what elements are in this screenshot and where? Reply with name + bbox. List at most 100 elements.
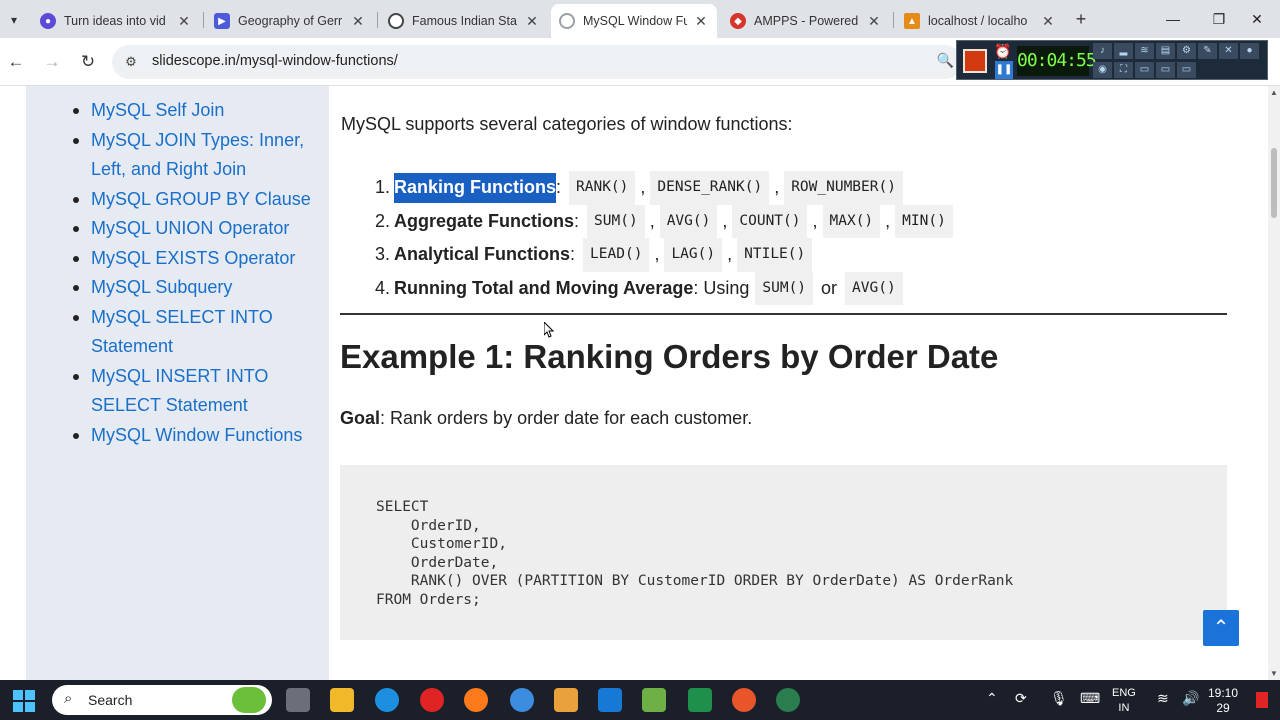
- volume-icon[interactable]: 🔊: [1182, 690, 1199, 707]
- search-label: Search: [88, 692, 133, 708]
- zoom-icon[interactable]: 🔍: [937, 52, 954, 69]
- language-indicator[interactable]: ENG IN: [1112, 686, 1136, 716]
- sql-code[interactable]: SELECT OrderID, CustomerID, OrderDate, R…: [376, 498, 1013, 610]
- example-heading: Example 1: Ranking Orders by Order Date: [340, 338, 999, 375]
- recorder-controls: ♪ ▂ ≋ ▤ ⚙ ✎ ✕ ● ◉ ⛶ ▭ ▭ ▭: [1093, 43, 1265, 79]
- code-chip: MAX(): [822, 204, 881, 238]
- goal-text: : Rank orders by order date for each cus…: [380, 408, 753, 428]
- close-icon[interactable]: ✕: [176, 13, 192, 30]
- chrome-icon[interactable]: [510, 688, 534, 712]
- notepad-icon[interactable]: [598, 688, 622, 712]
- category-name: Running Total and Moving Average: [394, 277, 694, 298]
- microphone-icon[interactable]: ●: [1240, 43, 1259, 59]
- close-icon[interactable]: ✕: [1040, 13, 1056, 30]
- list-number: 4.: [375, 277, 391, 298]
- scrollbar-thumb[interactable]: [1271, 148, 1277, 218]
- windows-start-icon[interactable]: [13, 690, 35, 712]
- code-chip: LEAD(): [583, 238, 650, 272]
- search-highlight-icon: [232, 687, 266, 713]
- tab-1[interactable]: ▶ Geography of Gerr ✕: [206, 4, 374, 38]
- scroll-up-icon[interactable]: ▲: [1270, 88, 1278, 97]
- windows-taskbar: ⌕ Search ⌃ ⟳ 🎙 ⌨ ENG IN ≋ 🔊 19:10 29: [0, 680, 1280, 720]
- opera-icon[interactable]: [420, 688, 444, 712]
- tab-divider: [893, 12, 894, 28]
- tab-favicon: ◆: [730, 13, 746, 29]
- close-icon[interactable]: ✕: [1219, 43, 1238, 59]
- monitor-icon[interactable]: ▭: [1156, 62, 1175, 78]
- close-icon[interactable]: ✕: [866, 13, 882, 30]
- code-chip: SUM(): [755, 271, 814, 305]
- code-chip: AVG(): [659, 204, 718, 238]
- intro-paragraph: MySQL supports several categories of win…: [341, 114, 793, 134]
- fullscreen-icon[interactable]: ⛶: [1114, 62, 1133, 78]
- site-info-icon[interactable]: ⚙: [122, 53, 140, 71]
- notification-icon[interactable]: [1256, 692, 1268, 708]
- page-scrollbar[interactable]: ▲ ▼: [1268, 86, 1280, 680]
- close-icon[interactable]: ✕: [350, 13, 366, 30]
- region-code: IN: [1118, 702, 1130, 714]
- close-icon[interactable]: ✕: [524, 13, 540, 30]
- back-icon[interactable]: ←: [4, 50, 28, 74]
- list-number: 3.: [375, 244, 391, 264]
- task-view-icon[interactable]: [286, 688, 310, 712]
- editor-icon[interactable]: [642, 688, 666, 712]
- firefox-icon[interactable]: [464, 688, 488, 712]
- keyboard-icon[interactable]: ⌨: [1080, 690, 1100, 707]
- sidebar-item[interactable]: MySQL Subquery: [73, 273, 326, 303]
- region-icon[interactable]: ▭: [1177, 62, 1196, 78]
- file-explorer-icon[interactable]: [330, 688, 354, 712]
- app-icon[interactable]: [776, 688, 800, 712]
- wifi-icon[interactable]: ≋: [1135, 43, 1154, 59]
- sidebar-item[interactable]: MySQL GROUP BY Clause: [73, 185, 326, 215]
- screen-recorder-widget: ⏰ ❚❚ 00:04:55 ♪ ▂ ≋ ▤ ⚙ ✎ ✕ ● ◉ ⛶ ▭ ▭ ▭: [956, 40, 1268, 80]
- tab-title: MySQL Window Fu: [583, 14, 687, 28]
- pause-button[interactable]: ❚❚: [995, 61, 1013, 79]
- tab-5[interactable]: ▲ localhost / localho ✕: [896, 4, 1064, 38]
- sidebar-item[interactable]: MySQL JOIN Types: Inner, Left, and Right…: [73, 126, 326, 185]
- reload-icon[interactable]: ↻: [76, 50, 100, 74]
- settings-icon[interactable]: ⚙: [1177, 43, 1196, 59]
- close-window-button[interactable]: ✕: [1234, 6, 1280, 32]
- microphone-icon[interactable]: 🎙: [1050, 690, 1068, 707]
- category-separator: :: [556, 177, 562, 197]
- sync-icon[interactable]: ⟳: [1015, 690, 1027, 707]
- pen-icon[interactable]: ✎: [1198, 43, 1217, 59]
- address-bar[interactable]: ⚙ slidescope.in/mysql-window-functions/ …: [112, 45, 962, 79]
- tab-0[interactable]: ● Turn ideas into vid ✕: [32, 4, 200, 38]
- sidebar-item[interactable]: MySQL SELECT INTO Statement: [73, 303, 326, 362]
- tab-2[interactable]: Famous Indian Sta ✕: [380, 4, 548, 38]
- minimize-button[interactable]: —: [1150, 6, 1196, 32]
- close-icon[interactable]: ✕: [693, 13, 709, 30]
- list-number: 1.: [375, 177, 391, 197]
- sidebar-item[interactable]: MySQL Self Join: [73, 96, 326, 126]
- tab-4[interactable]: ◆ AMPPS - Powered ✕: [722, 4, 890, 38]
- category-separator: : Using: [693, 277, 750, 298]
- recorder-app-icon[interactable]: [732, 688, 756, 712]
- sidebar-item[interactable]: MySQL EXISTS Operator: [73, 244, 326, 274]
- new-tab-button[interactable]: +: [1070, 8, 1092, 30]
- tray-overflow-icon[interactable]: ⌃: [986, 690, 998, 707]
- scroll-down-icon[interactable]: ▼: [1270, 669, 1278, 678]
- edge-icon[interactable]: [375, 688, 399, 712]
- clock-date: 29: [1216, 701, 1230, 715]
- webcam-icon[interactable]: ◉: [1093, 62, 1112, 78]
- forward-icon[interactable]: →: [40, 50, 64, 74]
- app-icon[interactable]: [554, 688, 578, 712]
- window-icon[interactable]: ▭: [1135, 62, 1154, 78]
- search-icon: ⌕: [64, 690, 73, 707]
- sidebar-item[interactable]: MySQL UNION Operator: [73, 214, 326, 244]
- tab-3-active[interactable]: MySQL Window Fu ✕: [551, 4, 717, 38]
- url-text[interactable]: slidescope.in/mysql-window-functions/: [152, 53, 398, 69]
- stop-recording-button[interactable]: [963, 49, 987, 73]
- excel-icon[interactable]: [688, 688, 712, 712]
- code-block: SELECT OrderID, CustomerID, OrderDate, R…: [340, 465, 1227, 640]
- sidebar-item[interactable]: MySQL INSERT INTO SELECT Statement: [73, 362, 326, 421]
- wifi-icon[interactable]: ≋: [1157, 690, 1169, 707]
- tab-search-button[interactable]: ▾: [0, 6, 28, 34]
- speaker-icon[interactable]: ♪: [1093, 43, 1112, 59]
- folder-icon[interactable]: ▤: [1156, 43, 1175, 59]
- back-to-top-button[interactable]: ⌃: [1203, 610, 1239, 646]
- sidebar-item[interactable]: MySQL Window Functions: [73, 421, 326, 451]
- system-clock[interactable]: 19:10 29: [1208, 686, 1238, 716]
- taskbar-search[interactable]: ⌕ Search: [52, 685, 272, 715]
